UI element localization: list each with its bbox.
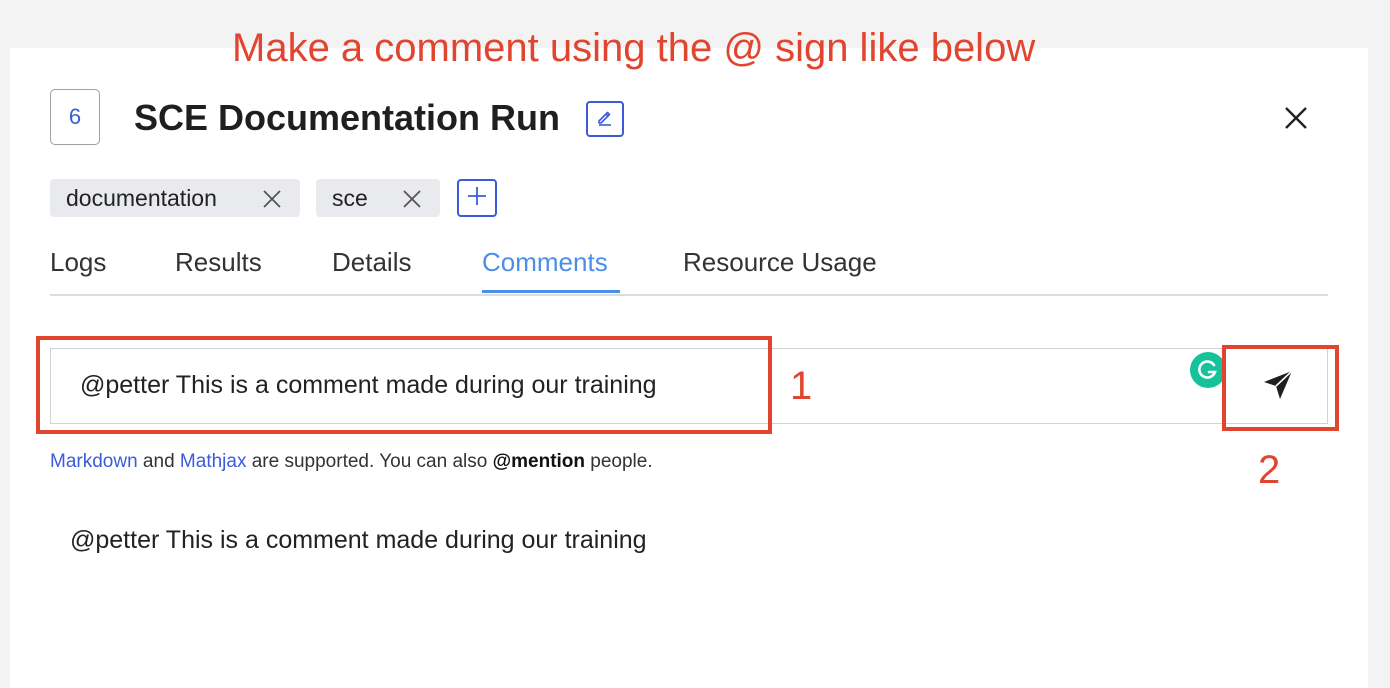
- help-supported: are supported. You can also: [246, 451, 493, 472]
- remove-tag-icon[interactable]: [402, 188, 422, 215]
- tag-chip: sce: [316, 179, 440, 217]
- tab-comments[interactable]: Comments: [482, 246, 608, 278]
- annotation-title: Make a comment using the @ sign like bel…: [232, 26, 1036, 70]
- pencil-icon: [595, 107, 615, 132]
- highlight-step-2-box: [1222, 345, 1339, 431]
- help-and: and: [137, 451, 180, 472]
- tab-details[interactable]: Details: [332, 246, 411, 278]
- remove-tag-icon[interactable]: [262, 188, 282, 215]
- plus-icon: [467, 186, 487, 211]
- run-number-badge: 6: [50, 89, 100, 145]
- comment-help-text: Markdown and Mathjax are supported. You …: [50, 450, 653, 474]
- help-mention: @mention: [492, 451, 586, 472]
- close-icon: [1283, 105, 1309, 136]
- tag-chip: documentation: [50, 179, 300, 217]
- grammarly-icon[interactable]: [1190, 352, 1226, 388]
- tabs-divider: [50, 294, 1328, 296]
- add-tag-button[interactable]: [457, 179, 497, 217]
- highlight-step-1-box: [36, 336, 772, 434]
- mathjax-link[interactable]: Mathjax: [180, 451, 247, 472]
- step-2-label: 2: [1258, 448, 1281, 492]
- comment-item: @petter This is a comment made during ou…: [70, 526, 647, 554]
- help-people: people.: [585, 451, 653, 472]
- markdown-link[interactable]: Markdown: [50, 451, 138, 472]
- tag-label: documentation: [66, 184, 217, 211]
- page-title: SCE Documentation Run: [134, 97, 561, 138]
- tab-logs[interactable]: Logs: [50, 246, 106, 278]
- tab-results[interactable]: Results: [175, 246, 262, 278]
- step-1-label: 1: [790, 364, 813, 408]
- tab-resource-usage[interactable]: Resource Usage: [683, 246, 877, 278]
- edit-title-button[interactable]: [586, 101, 624, 137]
- close-button[interactable]: [1278, 102, 1314, 138]
- tag-label: sce: [332, 184, 368, 211]
- active-tab-indicator: [482, 290, 620, 293]
